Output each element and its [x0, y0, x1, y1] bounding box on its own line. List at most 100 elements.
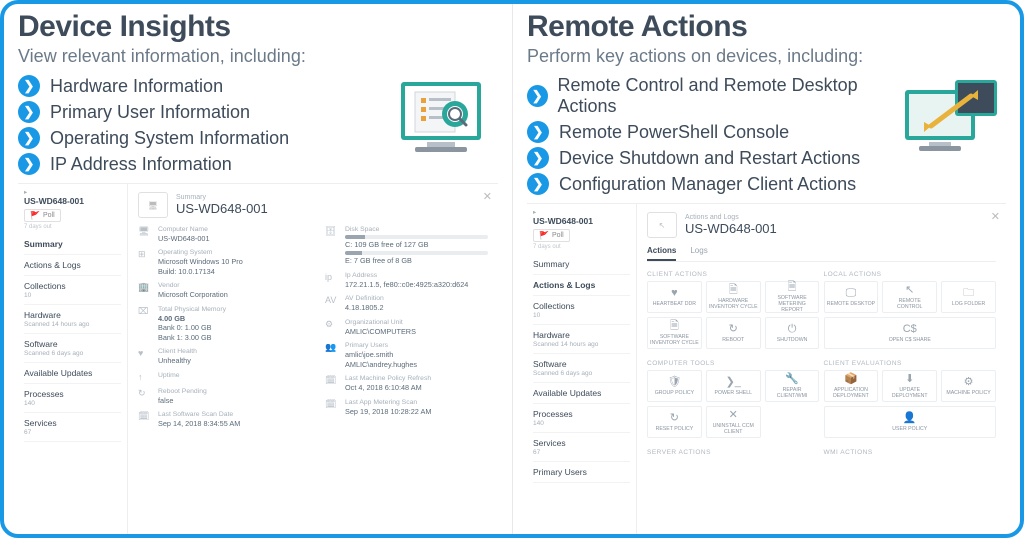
tile-repair[interactable]: 🔧REPAIR CLIENT/WMI: [765, 370, 820, 402]
sidebar-item-software[interactable]: SoftwareScanned 6 days ago: [533, 354, 630, 383]
tile-log-folder[interactable]: 🗀LOG FOLDER: [941, 281, 996, 313]
tile-powershell[interactable]: ❯_POWER SHELL: [706, 370, 761, 402]
tile-shutdown[interactable]: ⏻SHUTDOWN: [765, 317, 820, 349]
section-subtitle: View relevant information, including:: [18, 46, 498, 67]
sidebar-item-updates[interactable]: Available Updates: [24, 363, 121, 384]
sidebar-item-hardware[interactable]: HardwareScanned 14 hours ago: [533, 325, 630, 354]
panel-title: US-WD648-001: [685, 221, 777, 236]
tile-sw-inventory[interactable]: 🗎SOFTWARE INVENTORY CYCLE: [647, 317, 702, 349]
remote-illustration: [896, 73, 1006, 165]
package-icon: 📦: [844, 374, 858, 385]
tab-actions[interactable]: Actions: [647, 246, 676, 261]
bullet-item: ❯IP Address Information: [18, 151, 388, 177]
section-title: Device Insights: [18, 10, 498, 44]
device-sidebar: ▸ US-WD648-001 Poll 7 days out Summary A…: [18, 184, 128, 534]
tile-remote-control[interactable]: ↖REMOTE CONTROL: [882, 281, 937, 313]
actions-card-mock: ▸ US-WD648-001 Poll 7 days out Summary A…: [527, 203, 1006, 534]
insights-bullet-list: ❯Hardware Information ❯Primary User Info…: [18, 73, 388, 177]
chevron-right-icon: ❯: [18, 127, 40, 149]
shield-icon: AV: [325, 295, 339, 312]
share-icon: C$: [903, 324, 917, 335]
refresh-icon: ↻: [729, 324, 738, 335]
arrow-up-icon: ↑: [138, 372, 152, 382]
tile-c-share[interactable]: C$OPEN C$ SHARE: [824, 317, 997, 349]
sidebar-item-software[interactable]: SoftwareScanned 6 days ago: [24, 334, 121, 363]
actions-bullet-list: ❯Remote Control and Remote Desktop Actio…: [527, 73, 896, 197]
bullet-item: ❯Remote PowerShell Console: [527, 119, 896, 145]
gear-icon: ⚙: [964, 377, 974, 388]
tile-reset-policy[interactable]: ↻RESET POLICY: [647, 406, 702, 438]
tile-reboot[interactable]: ↻REBOOT: [706, 317, 761, 349]
tile-remote-desktop[interactable]: 🖵REMOTE DESKTOP: [824, 281, 879, 313]
device-name: US-WD648-001: [533, 216, 630, 226]
database-icon: 🗄: [325, 226, 339, 266]
actions-panel: ✕ ↖ Actions and Logs US-WD648-001 Action…: [637, 204, 1006, 534]
tile-hw-inventory[interactable]: 🗎HARDWARE INVENTORY CYCLE: [706, 281, 761, 313]
tile-uninstall[interactable]: ✕UNINSTALL CCM CLIENT: [706, 406, 761, 438]
close-icon[interactable]: ✕: [483, 190, 492, 203]
document-icon: 🗎: [670, 321, 679, 332]
insights-illustration: [388, 73, 498, 165]
calendar-icon: 🗓: [325, 375, 339, 392]
section-title: Remote Actions: [527, 10, 1006, 44]
sidebar-item-summary[interactable]: Summary: [24, 234, 121, 255]
sidebar-item-services[interactable]: Services67: [533, 433, 630, 462]
sitemap-icon: ⚙: [325, 319, 339, 336]
cursor-icon: ↖: [647, 212, 677, 238]
heartbeat-icon: ♥: [138, 348, 152, 365]
tab-logs[interactable]: Logs: [690, 246, 707, 261]
tile-machine-policy[interactable]: ⚙MACHINE POLICY: [941, 370, 996, 402]
sidebar-item-collections[interactable]: Collections10: [24, 276, 121, 305]
sidebar-item-hardware[interactable]: HardwareScanned 14 hours ago: [24, 305, 121, 334]
chevron-right-icon: ❯: [18, 101, 40, 123]
calendar-icon: 🗓: [325, 399, 339, 416]
summary-panel: ✕ 🖥 Summary US-WD648-001 🖥Computer NameU…: [128, 184, 498, 534]
monitor-icon: 🖵: [846, 288, 857, 299]
tile-group-policy[interactable]: 🛡GROUP POLICY: [647, 370, 702, 402]
bullet-item: ❯Device Shutdown and Restart Actions: [527, 145, 896, 171]
device-sidebar: ▸ US-WD648-001 Poll 7 days out Summary A…: [527, 204, 637, 534]
chevron-right-icon: ❯: [527, 85, 548, 107]
sidebar-item-services[interactable]: Services67: [24, 413, 121, 442]
close-icon: ✕: [729, 410, 738, 421]
memory-icon: ⌧: [138, 306, 152, 342]
network-icon: ip: [325, 272, 339, 289]
tile-app-deploy[interactable]: 📦APPLICATION DEPLOYMENT: [824, 370, 879, 402]
close-icon[interactable]: ✕: [991, 210, 1000, 223]
bullet-item: ❯Primary User Information: [18, 99, 388, 125]
chevron-right-icon: ❯: [527, 173, 549, 195]
sidebar-item-collections[interactable]: Collections10: [533, 296, 630, 325]
computer-icon: 🖥: [138, 192, 168, 218]
sidebar-item-updates[interactable]: Available Updates: [533, 383, 630, 404]
building-icon: 🏢: [138, 282, 152, 299]
sidebar-item-summary[interactable]: Summary: [533, 254, 630, 275]
document-icon: 🗎: [788, 282, 797, 293]
sidebar-item-actions[interactable]: Actions & Logs: [533, 275, 630, 296]
cursor-icon: ↖: [905, 285, 914, 296]
users-icon: 👥: [325, 342, 339, 369]
bullet-item: ❯Remote Control and Remote Desktop Actio…: [527, 73, 896, 119]
tile-user-policy[interactable]: 👤USER POLICY: [824, 406, 997, 438]
bullet-item: ❯Configuration Manager Client Actions: [527, 171, 896, 197]
disk-c-bar: [345, 235, 488, 239]
device-insights-section: Device Insights View relevant informatio…: [4, 4, 512, 534]
bullet-item: ❯Operating System Information: [18, 125, 388, 151]
sidebar-item-processes[interactable]: Processes140: [24, 384, 121, 413]
download-icon: ⬇: [905, 374, 914, 385]
document-icon: 🗎: [729, 285, 738, 296]
sidebar-item-primary-users[interactable]: Primary Users: [533, 462, 630, 483]
section-subtitle: Perform key actions on devices, includin…: [527, 46, 1006, 67]
sidebar-item-actions[interactable]: Actions & Logs: [24, 255, 121, 276]
tile-sw-metering[interactable]: 🗎SOFTWARE METERING REPORT: [765, 281, 820, 313]
tile-update-deploy[interactable]: ⬇UPDATE DEPLOYMENT: [882, 370, 937, 402]
power-icon: ⏻: [788, 324, 797, 335]
device-name: US-WD648-001: [24, 196, 121, 206]
remote-actions-section: Remote Actions Perform key actions on de…: [512, 4, 1020, 534]
tile-heartbeat[interactable]: ♥HEARTBEAT DDR: [647, 281, 702, 313]
actions-tabs: Actions Logs: [647, 246, 996, 262]
sidebar-item-processes[interactable]: Processes140: [533, 404, 630, 433]
chevron-right-icon: ❯: [18, 75, 40, 97]
poll-badge[interactable]: Poll: [24, 209, 61, 222]
poll-badge[interactable]: Poll: [533, 229, 570, 242]
wrench-icon: 🔧: [785, 374, 799, 385]
